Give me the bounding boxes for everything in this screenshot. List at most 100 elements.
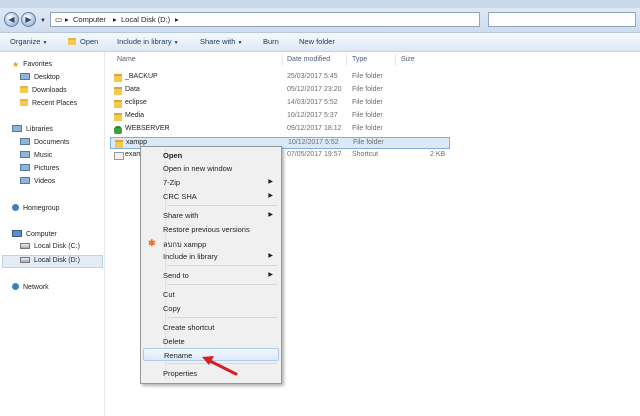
breadcrumb-separator-icon[interactable]: ▸: [65, 15, 69, 24]
column-type[interactable]: Type: [352, 56, 367, 63]
breadcrumb-separator-icon[interactable]: ▸: [175, 15, 179, 24]
file-name: xampp: [126, 139, 148, 146]
file-row[interactable]: Data 05/12/2017 23:20 File folder: [110, 85, 450, 97]
folder-icon: [114, 74, 122, 82]
chevron-down-icon: ▼: [42, 40, 48, 46]
forward-button[interactable]: ▶: [21, 12, 36, 27]
menu-label: Send to: [163, 271, 189, 280]
nav-music-label: Music: [34, 152, 53, 159]
submenu-arrow-icon: ▶: [268, 272, 273, 278]
file-row[interactable]: WEBSERVER 09/12/2017 18:12 File folder: [110, 124, 450, 136]
file-row[interactable]: Media 10/12/2017 5:37 File folder: [110, 111, 450, 123]
file-date: 09/12/2017 18:12: [287, 125, 342, 132]
file-date: 05/12/2017 23:20: [287, 86, 342, 93]
menu-item-open[interactable]: Open: [143, 149, 279, 162]
folder-icon: [114, 100, 122, 108]
libraries-icon: [12, 125, 22, 132]
menu-separator: [167, 205, 277, 206]
nav-documents[interactable]: Documents: [20, 138, 69, 146]
file-name: eclipse: [125, 99, 147, 106]
column-date-modified[interactable]: Date modified: [287, 56, 330, 63]
nav-downloads[interactable]: Downloads: [20, 86, 67, 94]
menu-label: Include in library: [163, 252, 218, 261]
menu-item-cut[interactable]: Cut: [143, 288, 279, 301]
menu-label: Restore previous versions: [163, 225, 250, 234]
recent-pages-dropdown[interactable]: ▼: [40, 18, 46, 24]
include-in-library-label: Include in library: [117, 37, 172, 46]
breadcrumb-separator-icon[interactable]: ▸: [113, 15, 117, 24]
nav-music[interactable]: Music: [20, 151, 52, 159]
file-type: File folder: [352, 86, 383, 93]
new-folder-button[interactable]: New folder: [299, 37, 335, 46]
open-label: Open: [80, 37, 99, 46]
share-with-label: Share with: [200, 37, 236, 46]
file-row[interactable]: eclipse 14/03/2017 5:52 File folder: [110, 98, 450, 110]
downloads-icon: [20, 86, 28, 93]
menu-item-include-in-library[interactable]: Include in library ▶: [143, 250, 279, 263]
menu-item-create-shortcut[interactable]: Create shortcut: [143, 321, 279, 334]
webserver-icon: [114, 126, 122, 134]
menu-label: Rename: [164, 351, 193, 360]
address-field[interactable]: ▭ ▸ Computer ▸ Local Disk (D:) ▸: [50, 12, 480, 27]
shortcut-icon: [114, 152, 124, 160]
menu-item-7zip[interactable]: 7-Zip ▶: [143, 176, 279, 189]
chevron-down-icon: ▼: [237, 40, 243, 46]
column-divider[interactable]: [282, 54, 283, 66]
drive-breadcrumb-icon: ▭: [55, 15, 63, 24]
file-date: 14/03/2017 5:52: [287, 99, 338, 106]
column-divider[interactable]: [395, 54, 396, 66]
menu-item-xampp[interactable]: ✱ ลบกบ xampp: [143, 237, 279, 250]
column-size[interactable]: Size: [401, 56, 415, 63]
column-name[interactable]: Name: [117, 56, 136, 63]
menu-label: Delete: [163, 337, 185, 346]
nav-favorites[interactable]: ★ Favorites: [12, 60, 52, 69]
nav-local-disk-d-label: Local Disk (D:): [34, 257, 80, 264]
menu-item-crc-sha[interactable]: CRC SHA ▶: [143, 190, 279, 203]
nav-pictures[interactable]: Pictures: [20, 164, 59, 172]
menu-label: Open in new window: [163, 164, 233, 173]
menu-item-copy[interactable]: Copy: [143, 302, 279, 315]
nav-computer-label: Computer: [26, 231, 57, 238]
open-button[interactable]: Open: [68, 37, 98, 46]
file-row[interactable]: _BACKUP 25/03/2017 5:45 File folder: [110, 72, 450, 84]
window-title-bar: [0, 0, 640, 8]
nav-recent-places[interactable]: Recent Places: [20, 99, 77, 107]
file-type: File folder: [352, 73, 383, 80]
menu-item-send-to[interactable]: Send to ▶: [143, 269, 279, 282]
menu-separator: [167, 317, 277, 318]
file-size: 2 KB: [430, 151, 446, 158]
submenu-arrow-icon: ▶: [268, 253, 273, 259]
search-input[interactable]: [488, 12, 636, 27]
nav-local-disk-c[interactable]: Local Disk (C:): [20, 243, 80, 250]
nav-videos[interactable]: Videos: [20, 177, 55, 185]
menu-item-delete[interactable]: Delete: [143, 335, 279, 348]
computer-icon: [12, 230, 22, 237]
include-in-library-button[interactable]: Include in library ▼: [117, 37, 179, 46]
folder-icon: [114, 113, 122, 121]
breadcrumb-computer[interactable]: Computer: [73, 15, 106, 24]
organize-button[interactable]: Organize ▼: [10, 37, 47, 46]
back-button[interactable]: ◀: [4, 12, 19, 27]
menu-item-share-with[interactable]: Share with ▶: [143, 209, 279, 222]
drive-icon: [20, 243, 30, 249]
nav-libraries[interactable]: Libraries: [12, 125, 53, 133]
file-date: 25/03/2017 5:45: [287, 73, 338, 80]
nav-network[interactable]: Network: [12, 283, 49, 291]
chevron-down-icon: ▼: [173, 40, 179, 46]
breadcrumb-local-disk-d[interactable]: Local Disk (D:): [121, 15, 170, 24]
menu-item-restore-previous[interactable]: Restore previous versions: [143, 223, 279, 236]
nav-computer[interactable]: Computer: [12, 230, 57, 238]
share-with-button[interactable]: Share with ▼: [200, 37, 242, 46]
command-toolbar: Organize ▼ Open Include in library ▼ Share…: [0, 33, 640, 52]
menu-item-open-new-window[interactable]: Open in new window: [143, 162, 279, 175]
file-date: 10/12/2017 5:52: [288, 139, 339, 146]
nav-homegroup[interactable]: Homegroup: [12, 204, 60, 212]
nav-local-disk-d[interactable]: Local Disk (D:): [2, 255, 103, 268]
folder-icon: [115, 140, 123, 148]
burn-button[interactable]: Burn: [263, 37, 279, 46]
nav-desktop[interactable]: Desktop: [20, 73, 60, 81]
column-divider[interactable]: [346, 54, 347, 66]
nav-recent-places-label: Recent Places: [32, 100, 78, 107]
file-date: 07/05/2017 19:57: [287, 151, 342, 158]
homegroup-icon: [12, 204, 19, 211]
